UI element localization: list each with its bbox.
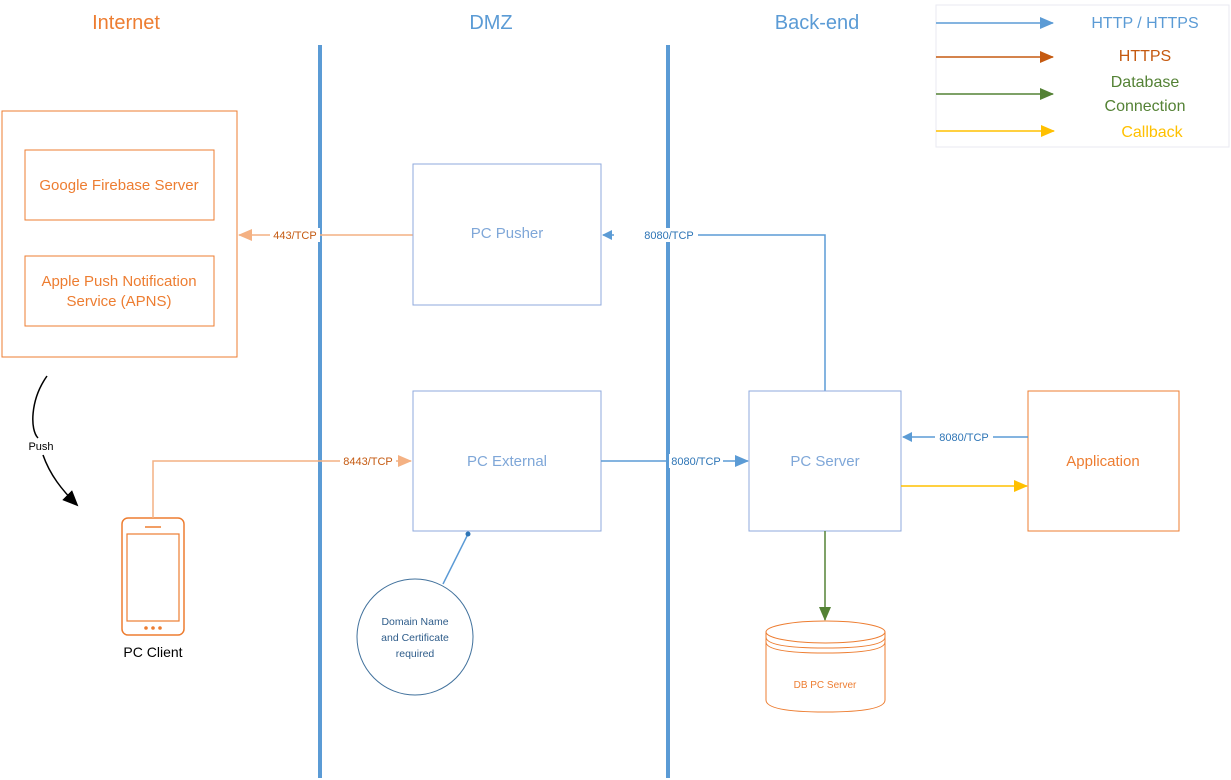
- node-server-label: PC Server: [790, 453, 859, 470]
- connection-external-server-label: 8080/TCP: [671, 456, 721, 468]
- zone-backend-title: Back-end: [775, 12, 860, 34]
- node-apns-label-1: Apple Push Notification: [41, 273, 196, 290]
- push-services-container: [1, 110, 238, 358]
- connection-server-pusher-label: 8080/TCP: [644, 230, 694, 242]
- push-arrow: [42, 454, 79, 507]
- zone-dmz-title: DMZ: [469, 12, 512, 34]
- node-apns[interactable]: [24, 255, 215, 327]
- connection-pusher-pushservices-label: 443/TCP: [273, 230, 316, 242]
- node-application-label: Application: [1066, 453, 1139, 470]
- phone-icon[interactable]: [121, 517, 185, 636]
- node-pusher-label: PC Pusher: [471, 225, 544, 242]
- connection-client-external: [152, 455, 412, 518]
- note-line-1: Domain Name: [381, 616, 448, 628]
- connection-client-external-label: 8443/TCP: [343, 456, 393, 468]
- legend-label-https: HTTPS: [1119, 48, 1171, 65]
- legend: HTTP / HTTPS HTTPS Database Connection C…: [935, 4, 1230, 148]
- node-client-label: PC Client: [123, 644, 182, 660]
- connection-server-pusher: [602, 230, 826, 391]
- network-diagram: Internet DMZ Back-end HTTP / HTTPS HTTPS…: [1, 4, 1230, 778]
- node-db-label: DB PC Server: [794, 680, 857, 691]
- node-firebase-label: Google Firebase Server: [39, 177, 198, 194]
- zone-internet-title: Internet: [92, 12, 160, 34]
- database-icon[interactable]: [765, 620, 886, 713]
- node-apns-label-2: Service (APNS): [66, 293, 171, 310]
- legend-label-db-2: Connection: [1105, 98, 1186, 115]
- note-line-2: and Certificate: [381, 632, 449, 644]
- legend-label-callback: Callback: [1121, 124, 1183, 141]
- node-external-label: PC External: [467, 453, 547, 470]
- note-connector: [442, 533, 469, 585]
- connection-application-server-label: 8080/TCP: [939, 432, 989, 444]
- push-label: Push: [28, 441, 53, 453]
- push-arrow-top: [32, 375, 48, 439]
- legend-label-http: HTTP / HTTPS: [1091, 15, 1198, 32]
- legend-label-db-1: Database: [1111, 74, 1180, 91]
- note-line-3: required: [396, 648, 435, 660]
